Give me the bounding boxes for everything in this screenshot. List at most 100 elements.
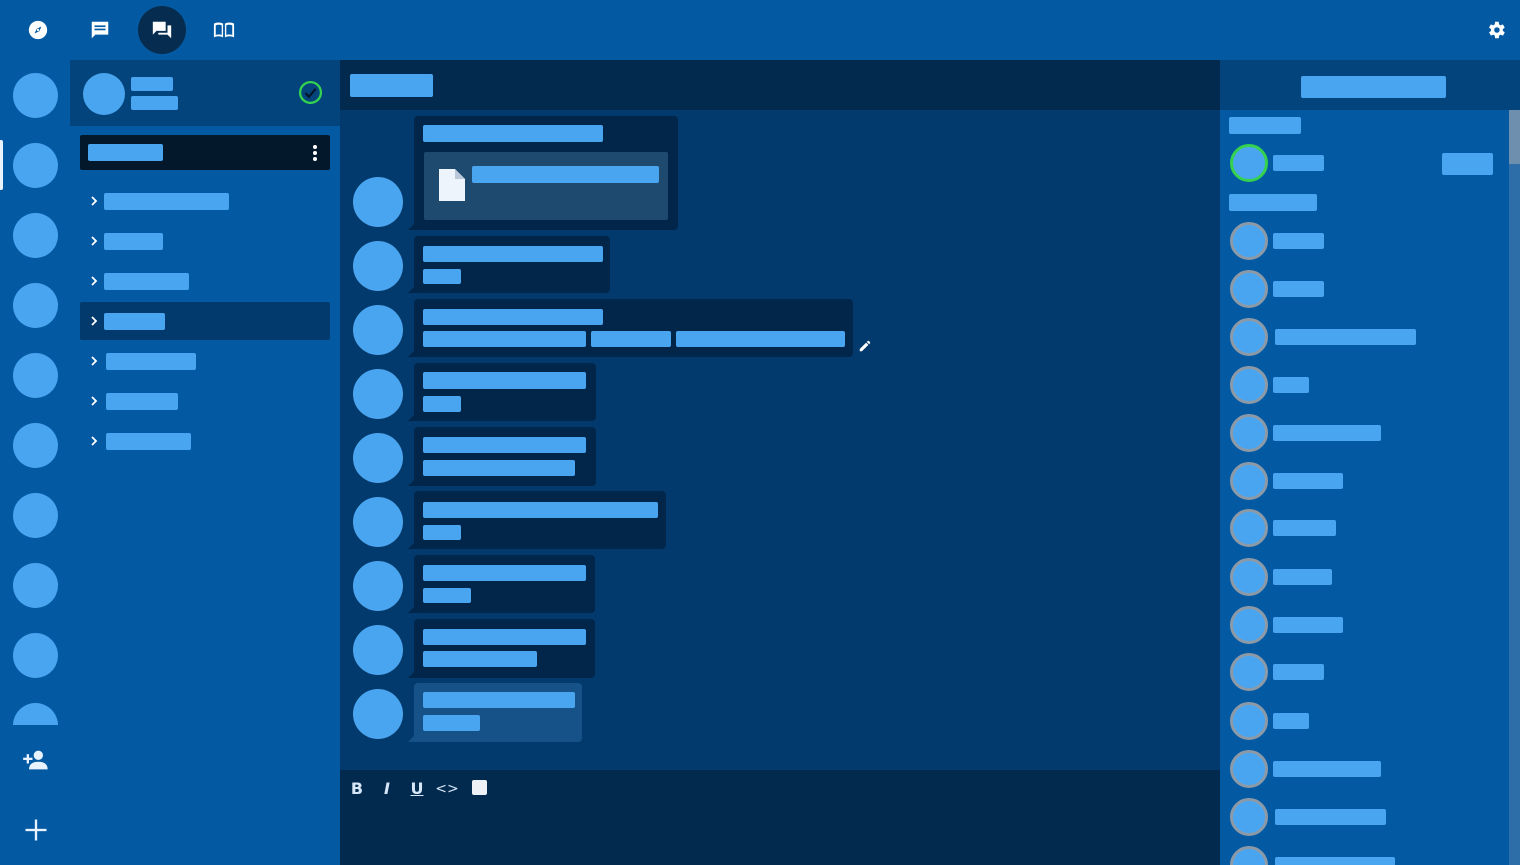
chevron-right-icon (88, 431, 102, 451)
member-item[interactable] (1230, 412, 1510, 452)
member-item[interactable] (1230, 844, 1510, 865)
underline-button[interactable]: U (405, 778, 429, 800)
channel-name-placeholder (104, 193, 229, 210)
chat-bubbles-icon (152, 21, 172, 39)
member-item[interactable] (1230, 220, 1510, 260)
active-server-indicator (0, 140, 3, 190)
channel-item[interactable] (80, 182, 330, 220)
channel-item-active[interactable] (80, 302, 330, 340)
member-avatar (1230, 653, 1268, 691)
member-item[interactable] (1230, 364, 1510, 404)
channel-name-placeholder (106, 393, 178, 410)
member-item[interactable] (1230, 142, 1510, 182)
bold-button[interactable]: B (345, 778, 369, 800)
message-text-placeholder (591, 331, 671, 347)
member-item[interactable] (1230, 507, 1510, 547)
member-item[interactable] (1230, 748, 1510, 788)
member-item[interactable] (1230, 796, 1510, 836)
user-avatar[interactable] (83, 73, 125, 115)
kebab-menu-icon[interactable] (312, 145, 318, 161)
message-avatar[interactable] (353, 625, 403, 675)
add-friend-button[interactable] (13, 737, 58, 782)
server-name-bar[interactable] (80, 135, 330, 170)
gear-icon (1489, 21, 1505, 39)
message-avatar[interactable] (353, 177, 403, 227)
top-navigation-bar (0, 0, 1520, 60)
italic-button[interactable]: I (375, 778, 399, 800)
chevron-right-icon (88, 231, 102, 251)
user-tag-placeholder (131, 96, 178, 110)
check-circle-icon[interactable] (298, 80, 323, 105)
server-avatar[interactable] (13, 493, 58, 538)
channel-item[interactable] (80, 382, 330, 420)
chevron-right-icon (88, 311, 102, 331)
member-name-placeholder (1273, 713, 1309, 729)
server-avatar[interactable] (13, 633, 58, 678)
author-placeholder (423, 309, 603, 325)
member-list-scrollbar[interactable] (1509, 110, 1520, 865)
message-avatar[interactable] (353, 369, 403, 419)
channel-name-placeholder (106, 353, 196, 370)
server-avatar[interactable] (13, 563, 58, 608)
spoiler-button[interactable] (472, 780, 487, 795)
message-text-placeholder (423, 525, 461, 540)
message-avatar[interactable] (353, 433, 403, 483)
channel-item[interactable] (80, 422, 330, 460)
member-name-placeholder (1273, 425, 1381, 441)
member-item[interactable] (1230, 556, 1510, 596)
server-avatar[interactable] (13, 73, 58, 118)
settings-button[interactable] (1472, 6, 1520, 54)
channel-item[interactable] (80, 342, 330, 380)
role-heading-placeholder (1229, 117, 1301, 134)
message-avatar[interactable] (353, 497, 403, 547)
pencil-icon[interactable] (858, 339, 872, 353)
member-item[interactable] (1230, 460, 1510, 500)
user-panel (70, 60, 340, 126)
chat-panel (340, 60, 1220, 770)
code-button[interactable]: <> (435, 778, 459, 800)
file-attachment[interactable] (424, 152, 668, 220)
server-avatar[interactable] (13, 143, 58, 188)
chat-rooms-button[interactable] (138, 6, 186, 54)
member-avatar (1230, 509, 1268, 547)
channel-title-placeholder (350, 74, 433, 97)
message-composer[interactable]: B I U <> (340, 770, 1220, 865)
message-avatar[interactable] (353, 689, 403, 739)
messages-button[interactable] (76, 6, 124, 54)
author-placeholder (423, 125, 603, 142)
author-placeholder (423, 437, 586, 453)
message-text-placeholder (423, 588, 471, 603)
message-avatar[interactable] (353, 305, 403, 355)
add-server-button[interactable] (13, 807, 58, 852)
explore-button[interactable] (14, 6, 62, 54)
member-item[interactable] (1230, 651, 1510, 691)
chevron-right-icon (88, 351, 102, 371)
message-avatar[interactable] (353, 241, 403, 291)
compass-icon (28, 20, 48, 40)
channel-item[interactable] (80, 222, 330, 260)
member-name-placeholder (1273, 520, 1336, 536)
member-avatar (1230, 846, 1268, 865)
server-avatar[interactable] (13, 353, 58, 398)
server-avatar[interactable] (13, 423, 58, 468)
member-avatar (1230, 462, 1268, 500)
server-avatar[interactable] (13, 213, 58, 258)
author-placeholder (423, 502, 658, 518)
scrollbar-thumb[interactable] (1509, 110, 1520, 164)
member-item[interactable] (1230, 268, 1510, 308)
channel-name-placeholder (104, 273, 189, 290)
library-button[interactable] (200, 6, 248, 54)
channel-item[interactable] (80, 262, 330, 300)
author-placeholder (423, 692, 575, 708)
server-avatar[interactable] (13, 283, 58, 328)
member-item[interactable] (1230, 700, 1510, 740)
message-bubble (408, 363, 596, 421)
member-item[interactable] (1230, 604, 1510, 644)
message-icon (91, 21, 109, 39)
message-text-placeholder (423, 331, 586, 347)
add-friend-icon (22, 750, 48, 769)
username-placeholder (131, 77, 173, 91)
member-item[interactable] (1230, 316, 1510, 356)
chevron-right-icon (88, 391, 102, 411)
message-avatar[interactable] (353, 561, 403, 611)
